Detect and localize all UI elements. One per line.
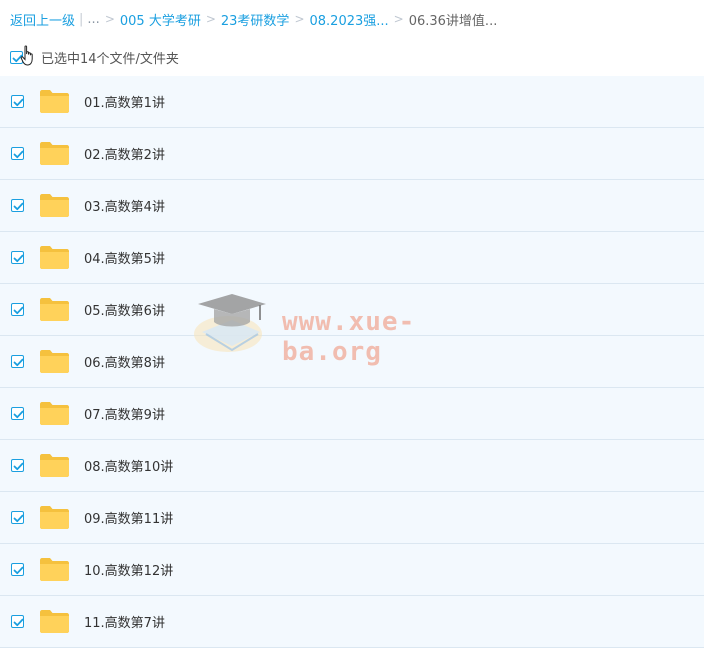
selection-count-label: 已选中14个文件/文件夹 (41, 51, 179, 67)
file-row[interactable]: 09.高数第11讲 (0, 492, 704, 544)
file-name[interactable]: 10.高数第12讲 (84, 560, 173, 579)
file-checkbox[interactable] (11, 615, 24, 628)
chevron-right-icon: > (393, 12, 404, 26)
file-name[interactable]: 02.高数第2讲 (84, 144, 165, 163)
folder-icon (40, 194, 69, 217)
folder-icon (40, 90, 69, 113)
file-name[interactable]: 01.高数第1讲 (84, 92, 165, 111)
folder-icon (40, 506, 69, 529)
folder-icon (40, 402, 69, 425)
folder-icon (40, 558, 69, 581)
breadcrumb-current: 06.36讲增值... (408, 13, 498, 29)
checkbox-checked-icon (13, 462, 24, 471)
file-row[interactable]: 10.高数第12讲 (0, 544, 704, 596)
checkbox-checked-icon (13, 618, 24, 627)
chevron-right-icon: > (205, 12, 216, 26)
breadcrumb-divider: | (79, 11, 84, 27)
checkbox-checked-icon (13, 410, 24, 419)
file-name[interactable]: 04.高数第5讲 (84, 248, 165, 267)
file-name[interactable]: 07.高数第9讲 (84, 404, 165, 423)
folder-icon (40, 142, 69, 165)
folder-icon (40, 350, 69, 373)
file-name[interactable]: 08.高数第10讲 (84, 456, 173, 475)
file-checkbox[interactable] (11, 95, 24, 108)
breadcrumb-item[interactable]: 08.2023强... (310, 10, 389, 29)
file-row[interactable]: 07.高数第9讲 (0, 388, 704, 440)
folder-icon (40, 298, 69, 321)
checkbox-checked-icon (13, 254, 24, 263)
checkbox-checked-icon (13, 202, 24, 211)
file-name[interactable]: 11.高数第7讲 (84, 612, 165, 631)
file-row[interactable]: 11.高数第7讲 (0, 596, 704, 648)
checkbox-checked-icon (13, 358, 24, 367)
checkbox-checked-icon (13, 306, 24, 315)
file-row[interactable]: 05.高数第6讲 (0, 284, 704, 336)
file-name[interactable]: 06.高数第8讲 (84, 352, 165, 371)
breadcrumb: 返回上一级 | ... > 005 大学考研 > 23考研数学 > 08.202… (10, 9, 497, 29)
back-link[interactable]: 返回上一级 (10, 10, 75, 29)
chevron-right-icon: > (104, 12, 115, 26)
file-checkbox[interactable] (11, 355, 24, 368)
file-list: 01.高数第1讲 02.高数第2讲 03.高数第4讲 04.高数第5讲 05.高… (0, 76, 704, 648)
folder-icon (40, 454, 69, 477)
select-all-bar: 已选中14个文件/文件夹 (10, 45, 179, 67)
breadcrumb-item[interactable]: 23考研数学 (221, 10, 290, 29)
checkbox-checked-icon (13, 566, 24, 575)
file-row[interactable]: 08.高数第10讲 (0, 440, 704, 492)
file-row[interactable]: 06.高数第8讲 (0, 336, 704, 388)
file-checkbox[interactable] (11, 303, 24, 316)
chevron-right-icon: > (294, 12, 305, 26)
file-checkbox[interactable] (11, 147, 24, 160)
file-name[interactable]: 05.高数第6讲 (84, 300, 165, 319)
folder-icon (40, 610, 69, 633)
file-row[interactable]: 02.高数第2讲 (0, 128, 704, 180)
breadcrumb-item[interactable]: 005 大学考研 (120, 10, 201, 29)
checkbox-checked-icon (13, 150, 24, 159)
file-name[interactable]: 09.高数第11讲 (84, 508, 173, 527)
file-checkbox[interactable] (11, 459, 24, 472)
checkbox-checked-icon (13, 514, 24, 523)
folder-icon (40, 246, 69, 269)
file-row[interactable]: 04.高数第5讲 (0, 232, 704, 284)
file-checkbox[interactable] (11, 251, 24, 264)
file-row[interactable]: 03.高数第4讲 (0, 180, 704, 232)
checkbox-checked-icon (13, 98, 24, 107)
breadcrumb-ellipsis[interactable]: ... (87, 12, 99, 27)
file-checkbox[interactable] (11, 511, 24, 524)
hand-cursor-icon (20, 45, 33, 66)
file-checkbox[interactable] (11, 563, 24, 576)
file-checkbox[interactable] (11, 407, 24, 420)
file-checkbox[interactable] (11, 199, 24, 212)
file-row[interactable]: 01.高数第1讲 (0, 76, 704, 128)
file-name[interactable]: 03.高数第4讲 (84, 196, 165, 215)
